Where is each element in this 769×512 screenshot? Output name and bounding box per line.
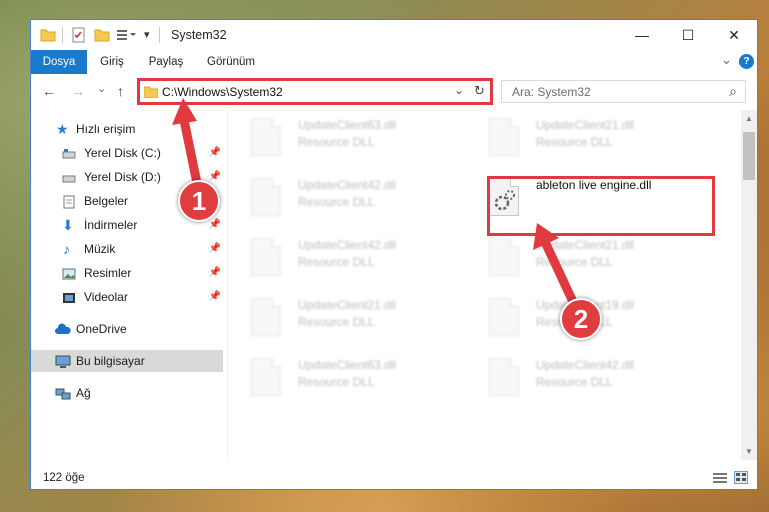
step-marker-2: 2 — [560, 298, 602, 340]
step-marker-1: 1 — [178, 180, 220, 222]
arrow-2 — [533, 223, 579, 309]
arrow-1 — [172, 98, 203, 193]
annotation-overlay — [172, 98, 579, 309]
